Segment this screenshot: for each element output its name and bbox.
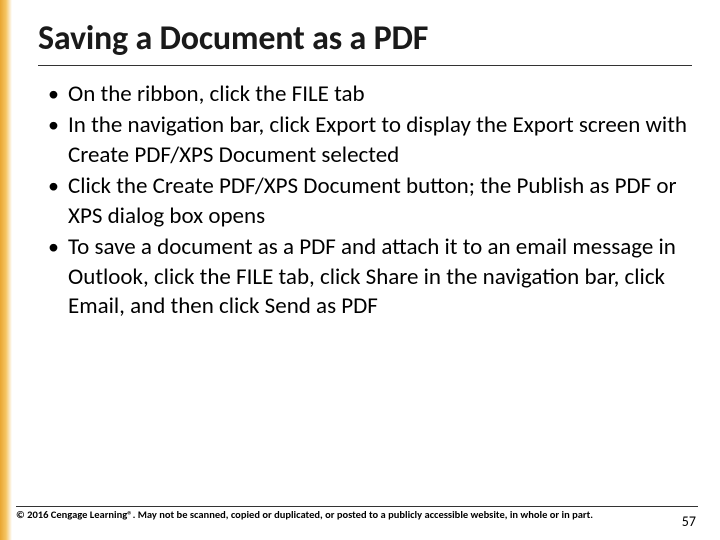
bullet-item: On the ribbon, click the FILE tab	[44, 80, 692, 109]
footer-row: © 2016 Cengage Learning®. May not be sca…	[16, 509, 698, 530]
left-accent-bar	[0, 0, 12, 540]
slide-content: Saving a Document as a PDF On the ribbon…	[0, 0, 720, 322]
slide-footer: © 2016 Cengage Learning®. May not be sca…	[0, 506, 720, 530]
footer-rule	[16, 506, 698, 507]
page-number: 57	[682, 509, 698, 530]
bullet-item: In the navigation bar, click Export to d…	[44, 111, 692, 170]
bullet-list: On the ribbon, click the FILE tab In the…	[38, 80, 692, 322]
bullet-item: Click the Create PDF/XPS Document button…	[44, 172, 692, 231]
slide-title: Saving a Document as a PDF	[38, 18, 692, 65]
copyright-text: © 2016 Cengage Learning®. May not be sca…	[16, 509, 593, 522]
title-underline	[38, 65, 692, 66]
bullet-item: To save a document as a PDF and attach i…	[44, 233, 692, 321]
